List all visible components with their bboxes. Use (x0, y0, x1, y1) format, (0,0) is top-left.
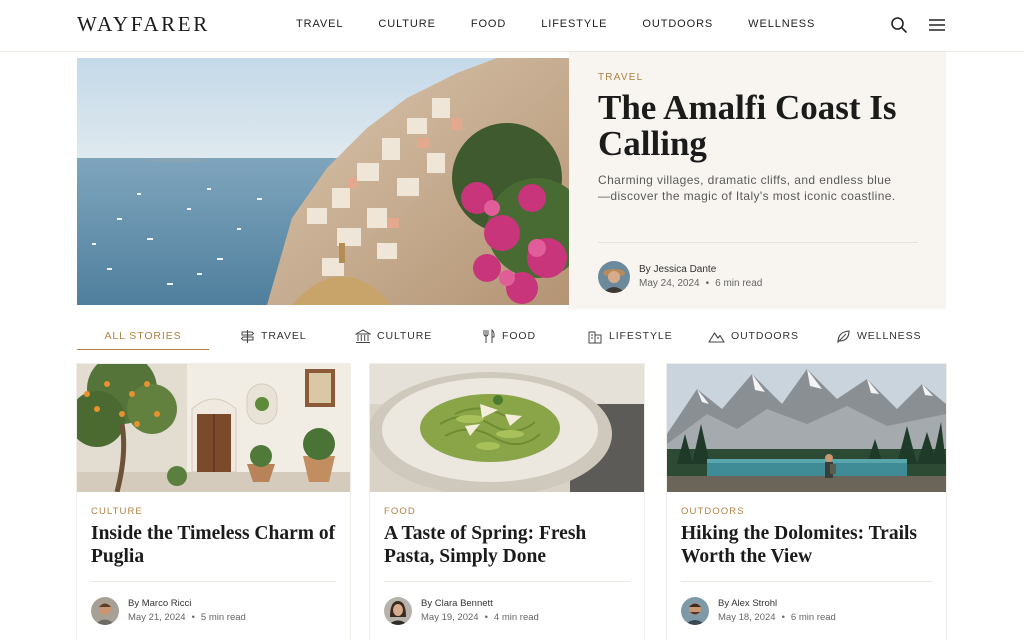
hero-divider (598, 242, 918, 243)
hero-category-label[interactable]: TRAVEL (598, 72, 643, 83)
separator: • (484, 612, 488, 623)
filter-lifestyle[interactable]: LIFESTYLE (588, 322, 673, 350)
story-read-time: 5 min read (200, 612, 246, 623)
story-image[interactable] (370, 364, 644, 492)
search-icon[interactable] (890, 16, 908, 34)
hero-summary: Charming villages, dramatic cliffs, and … (598, 173, 896, 203)
category-filter-bar: ALL STORIES TRAVEL CULTURE FOOD LIFESTYL… (77, 322, 946, 352)
mountain-icon (708, 331, 725, 343)
nav-outdoors[interactable]: OUTDOORS (642, 18, 713, 30)
story-date: May 18, 2024 (718, 612, 776, 623)
main-nav: TRAVEL CULTURE FOOD LIFESTYLE OUTDOORS W… (296, 18, 850, 30)
menu-icon[interactable] (928, 16, 946, 34)
story-card[interactable]: FOOD A Taste of Spring: Fresh Pasta, Sim… (370, 364, 644, 640)
filter-label: OUTDOORS (731, 330, 799, 342)
filter-outdoors[interactable]: OUTDOORS (708, 322, 799, 350)
separator: • (705, 278, 710, 289)
filter-food[interactable]: FOOD (482, 322, 536, 350)
story-card[interactable]: OUTDOORS Hiking the Dolomites: Trails Wo… (667, 364, 946, 640)
story-divider (91, 581, 336, 582)
filter-culture[interactable]: CULTURE (355, 322, 432, 350)
story-divider (681, 581, 932, 582)
leaf-icon (837, 329, 850, 343)
nav-lifestyle[interactable]: LIFESTYLE (541, 18, 607, 30)
hero-meta: May 24, 2024 • 6 min read (639, 278, 762, 289)
filter-all-stories[interactable]: ALL STORIES (77, 322, 209, 350)
story-meta: May 18, 2024 • 6 min read (718, 612, 836, 623)
story-read-time: 4 min read (493, 612, 539, 623)
hero-headline[interactable]: The Amalfi Coast Is Calling (598, 90, 918, 162)
filter-wellness[interactable]: WELLNESS (836, 322, 921, 350)
signpost-icon (240, 329, 255, 343)
story-image[interactable] (77, 364, 350, 492)
utensils-icon (483, 328, 495, 343)
story-title[interactable]: A Taste of Spring: Fresh Pasta, Simply D… (384, 522, 629, 568)
hero-date: May 24, 2024 (639, 278, 700, 289)
nav-culture[interactable]: CULTURE (378, 18, 435, 30)
hero-image[interactable] (77, 58, 569, 305)
story-category[interactable]: OUTDOORS (681, 506, 745, 517)
hero-author[interactable]: By Jessica Dante (639, 264, 716, 275)
filter-label: CULTURE (377, 330, 433, 342)
story-title[interactable]: Hiking the Dolomites: Trails Worth the V… (681, 522, 926, 568)
nav-food[interactable]: FOOD (471, 18, 506, 30)
story-author[interactable]: By Clara Bennett (421, 598, 493, 609)
story-category[interactable]: FOOD (384, 506, 416, 517)
author-avatar (384, 597, 412, 625)
hero-read-time: 6 min read (715, 278, 763, 289)
nav-wellness[interactable]: WELLNESS (748, 18, 815, 30)
filter-label: FOOD (502, 330, 536, 342)
city-icon (588, 331, 602, 343)
site-logo[interactable]: WAYFARER (77, 12, 210, 37)
story-category[interactable]: CULTURE (91, 506, 143, 517)
hero-story-panel: TRAVEL The Amalfi Coast Is Calling Charm… (569, 52, 946, 309)
filter-label: WELLNESS (857, 330, 922, 342)
museum-icon (355, 328, 371, 343)
story-date: May 19, 2024 (421, 612, 479, 623)
story-date: May 21, 2024 (128, 612, 186, 623)
filter-label: ALL STORIES (104, 329, 182, 342)
story-read-time: 6 min read (790, 612, 836, 623)
story-author[interactable]: By Marco Ricci (128, 598, 191, 609)
filter-label: LIFESTYLE (609, 330, 673, 342)
author-avatar (681, 597, 709, 625)
separator: • (191, 612, 195, 623)
filter-label: TRAVEL (261, 330, 307, 342)
site-header: WAYFARER TRAVEL CULTURE FOOD LIFESTYLE O… (0, 0, 1024, 52)
nav-travel[interactable]: TRAVEL (296, 18, 343, 30)
story-title[interactable]: Inside the Timeless Charm of Puglia (91, 522, 336, 568)
story-meta: May 21, 2024 • 5 min read (128, 612, 246, 623)
story-card[interactable]: CULTURE Inside the Timeless Charm of Pug… (77, 364, 350, 640)
separator: • (781, 612, 785, 623)
filter-travel[interactable]: TRAVEL (240, 322, 306, 350)
story-meta: May 19, 2024 • 4 min read (421, 612, 539, 623)
author-avatar (91, 597, 119, 625)
story-author[interactable]: By Alex Strohl (718, 598, 777, 609)
author-avatar (598, 261, 630, 293)
story-divider (384, 581, 630, 582)
story-image[interactable] (667, 364, 946, 492)
